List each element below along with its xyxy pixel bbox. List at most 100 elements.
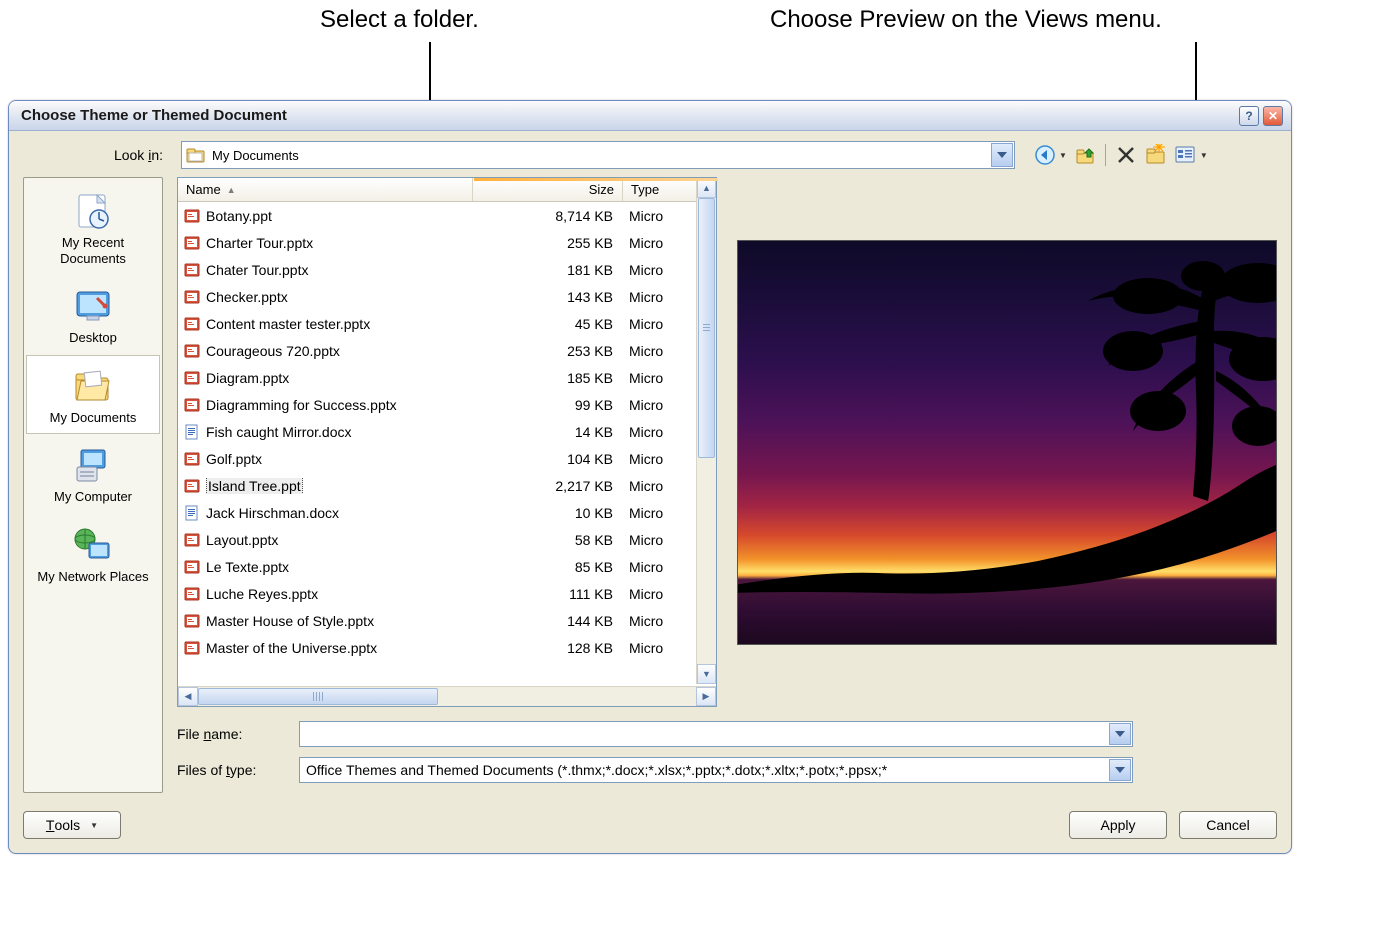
file-name: Checker.pptx bbox=[202, 289, 473, 305]
file-size: 255 KB bbox=[473, 235, 623, 251]
close-button[interactable]: ✕ bbox=[1263, 106, 1283, 126]
lookin-combo[interactable]: My Documents bbox=[181, 141, 1015, 169]
file-row[interactable]: Luche Reyes.pptx111 KBMicro bbox=[178, 580, 716, 607]
file-row[interactable]: Courageous 720.pptx253 KBMicro bbox=[178, 337, 716, 364]
file-size: 14 KB bbox=[473, 424, 623, 440]
file-size: 45 KB bbox=[473, 316, 623, 332]
file-row[interactable]: Le Texte.pptx85 KBMicro bbox=[178, 553, 716, 580]
file-name: Layout.pptx bbox=[202, 532, 473, 548]
file-size: 185 KB bbox=[473, 370, 623, 386]
column-header-name[interactable]: Name ▲ bbox=[178, 178, 473, 201]
file-name: Chater Tour.pptx bbox=[202, 262, 473, 278]
back-button[interactable] bbox=[1031, 142, 1059, 168]
file-icon bbox=[182, 208, 202, 224]
file-size: 128 KB bbox=[473, 640, 623, 656]
file-row[interactable]: Charter Tour.pptx255 KBMicro bbox=[178, 229, 716, 256]
file-row[interactable]: Diagramming for Success.pptx99 KBMicro bbox=[178, 391, 716, 418]
scroll-right-button[interactable]: ▶ bbox=[696, 687, 716, 706]
filetype-combo[interactable]: Office Themes and Themed Documents (*.th… bbox=[299, 757, 1133, 783]
filename-input[interactable] bbox=[299, 721, 1133, 747]
file-name: Master House of Style.pptx bbox=[202, 613, 473, 629]
place-my-recent-documents[interactable]: My Recent Documents bbox=[26, 180, 160, 275]
file-icon bbox=[182, 289, 202, 305]
file-list[interactable]: Name ▲ Size Type Botany.ppt8,714 KBMicro… bbox=[177, 177, 717, 707]
file-icon bbox=[182, 559, 202, 575]
callout-views-preview: Choose Preview on the Views menu. bbox=[770, 6, 1162, 34]
scroll-up-button[interactable]: ▲ bbox=[697, 178, 716, 198]
place-desktop[interactable]: Desktop bbox=[26, 275, 160, 355]
file-icon bbox=[182, 640, 202, 656]
file-icon bbox=[182, 613, 202, 629]
file-row[interactable]: Master of the Universe.pptx128 KBMicro bbox=[178, 634, 716, 661]
sort-indicator bbox=[474, 178, 718, 181]
file-row[interactable]: Diagram.pptx185 KBMicro bbox=[178, 364, 716, 391]
new-folder-button[interactable] bbox=[1142, 142, 1170, 168]
file-row[interactable]: Golf.pptx104 KBMicro bbox=[178, 445, 716, 472]
place-label: My Network Places bbox=[37, 569, 148, 585]
file-row[interactable]: Island Tree.ppt2,217 KBMicro bbox=[178, 472, 716, 499]
file-size: 144 KB bbox=[473, 613, 623, 629]
file-name: Golf.pptx bbox=[202, 451, 473, 467]
file-row[interactable]: Chater Tour.pptx181 KBMicro bbox=[178, 256, 716, 283]
annotation-layer: Select a folder. Choose Preview on the V… bbox=[0, 0, 1373, 100]
place-my-computer[interactable]: My Computer bbox=[26, 434, 160, 514]
file-size: 143 KB bbox=[473, 289, 623, 305]
file-icon bbox=[182, 424, 202, 440]
scroll-down-button[interactable]: ▼ bbox=[697, 664, 716, 684]
file-icon bbox=[182, 532, 202, 548]
dialog-footer: Tools Apply Cancel bbox=[9, 801, 1291, 853]
preview-pane bbox=[737, 177, 1277, 707]
titlebar: Choose Theme or Themed Document ? ✕ bbox=[9, 101, 1291, 131]
file-icon bbox=[182, 343, 202, 359]
file-icon bbox=[182, 397, 202, 413]
file-name: Master of the Universe.pptx bbox=[202, 640, 473, 656]
file-row[interactable]: Content master tester.pptx45 KBMicro bbox=[178, 310, 716, 337]
file-name: Island Tree.ppt bbox=[202, 478, 473, 494]
file-name: Content master tester.pptx bbox=[202, 316, 473, 332]
filetype-dropdown-button[interactable] bbox=[1109, 759, 1131, 781]
views-dropdown[interactable]: ▼ bbox=[1200, 151, 1208, 160]
file-row[interactable]: Checker.pptx143 KBMicro bbox=[178, 283, 716, 310]
tools-button[interactable]: Tools bbox=[23, 811, 121, 839]
filename-dropdown-button[interactable] bbox=[1109, 723, 1131, 745]
scroll-left-button[interactable]: ◀ bbox=[178, 687, 198, 706]
place-label: My Recent Documents bbox=[31, 235, 155, 266]
file-row[interactable]: Fish caught Mirror.docx14 KBMicro bbox=[178, 418, 716, 445]
filename-label: File name: bbox=[177, 726, 299, 742]
horizontal-scrollbar[interactable]: ◀ ▶ bbox=[178, 686, 716, 706]
back-history-dropdown[interactable]: ▼ bbox=[1059, 151, 1067, 160]
file-row[interactable]: Master House of Style.pptx144 KBMicro bbox=[178, 607, 716, 634]
place-my-network-places[interactable]: My Network Places bbox=[26, 514, 160, 594]
help-button[interactable]: ? bbox=[1239, 106, 1259, 126]
file-size: 58 KB bbox=[473, 532, 623, 548]
file-row[interactable]: Botany.ppt8,714 KBMicro bbox=[178, 202, 716, 229]
file-size: 181 KB bbox=[473, 262, 623, 278]
place-label: My Computer bbox=[54, 489, 132, 505]
cancel-button[interactable]: Cancel bbox=[1179, 811, 1277, 839]
horizontal-scroll-thumb[interactable] bbox=[198, 688, 438, 705]
lookin-label: Look in: bbox=[21, 147, 173, 163]
places-bar: My Recent Documents Desktop My Documents… bbox=[23, 177, 163, 793]
vertical-scrollbar[interactable]: ▲ ▼ bbox=[696, 178, 716, 684]
delete-button[interactable] bbox=[1112, 142, 1140, 168]
up-one-level-button[interactable] bbox=[1071, 142, 1099, 168]
column-header-size[interactable]: Size bbox=[473, 178, 623, 201]
file-size: 99 KB bbox=[473, 397, 623, 413]
file-size: 111 KB bbox=[473, 586, 623, 602]
views-button[interactable] bbox=[1172, 142, 1200, 168]
file-row[interactable]: Jack Hirschman.docx10 KBMicro bbox=[178, 499, 716, 526]
place-label: Desktop bbox=[69, 330, 117, 346]
place-my-documents[interactable]: My Documents bbox=[26, 355, 160, 435]
lookin-dropdown-button[interactable] bbox=[991, 143, 1013, 167]
file-size: 10 KB bbox=[473, 505, 623, 521]
file-icon bbox=[182, 262, 202, 278]
file-name: Luche Reyes.pptx bbox=[202, 586, 473, 602]
column-headers: Name ▲ Size Type bbox=[178, 178, 716, 202]
file-icon bbox=[182, 316, 202, 332]
file-row[interactable]: Layout.pptx58 KBMicro bbox=[178, 526, 716, 553]
file-size: 104 KB bbox=[473, 451, 623, 467]
apply-button[interactable]: Apply bbox=[1069, 811, 1167, 839]
vertical-scroll-thumb[interactable] bbox=[698, 198, 715, 458]
preview-image bbox=[737, 240, 1277, 645]
file-name: Botany.ppt bbox=[202, 208, 473, 224]
